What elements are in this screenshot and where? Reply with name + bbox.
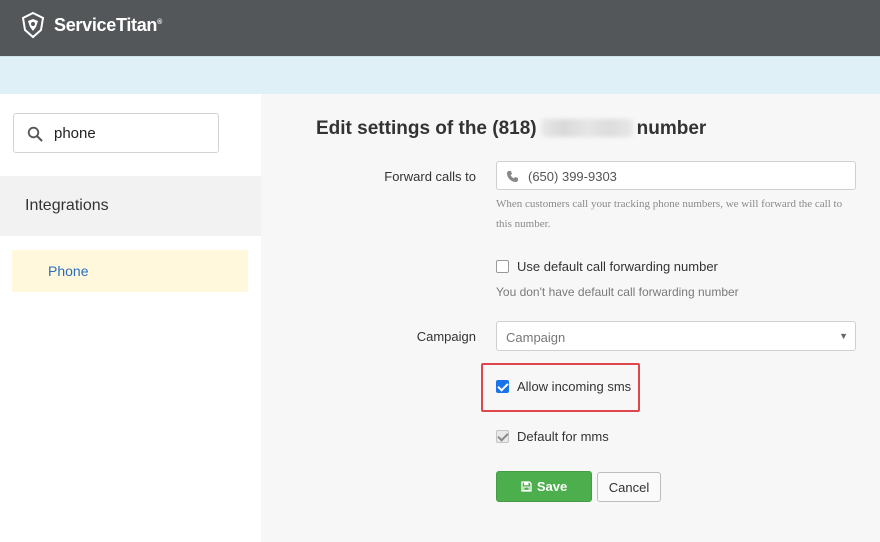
use-default-checkbox-row[interactable]: Use default call forwarding number <box>496 259 718 274</box>
phone-icon <box>507 171 518 182</box>
forward-number-field[interactable]: (650) 399-9303 <box>496 161 856 190</box>
top-bar: ServiceTitan® <box>0 0 880 56</box>
campaign-select[interactable]: Campaign ▼ <box>496 321 856 351</box>
campaign-placeholder: Campaign <box>506 330 566 345</box>
sidebar-item-label: Phone <box>48 263 89 279</box>
sidebar-item-phone[interactable]: Phone <box>12 250 248 292</box>
page-title: Edit settings of the (818) number <box>316 118 707 139</box>
settings-panel: Edit settings of the (818) number Forward… <box>261 94 880 542</box>
default-forwarding-note: You don't have default call forwarding n… <box>496 285 739 299</box>
forward-calls-label: Forward calls to <box>384 169 476 184</box>
allow-sms-checkbox[interactable] <box>496 380 509 393</box>
save-icon <box>521 481 532 492</box>
allow-sms-checkbox-row[interactable]: Allow incoming sms <box>496 379 631 394</box>
campaign-label: Campaign <box>416 329 476 344</box>
save-button[interactable]: Save <box>496 471 592 502</box>
forward-number-value: (650) 399-9303 <box>528 169 617 184</box>
default-mms-label: Default for mms <box>517 429 609 444</box>
allow-sms-label: Allow incoming sms <box>517 379 632 394</box>
brand-name: ServiceTitan® <box>54 14 162 35</box>
search-input[interactable]: phone <box>13 113 219 153</box>
sidebar-section-label: Integrations <box>25 197 109 214</box>
search-icon <box>27 126 43 142</box>
sidebar: phone Integrations Phone <box>0 94 261 542</box>
caret-down-icon: ▼ <box>839 331 848 341</box>
cancel-button[interactable]: Cancel <box>597 472 661 502</box>
notification-banner <box>0 56 880 94</box>
use-default-checkbox[interactable] <box>496 260 509 273</box>
save-button-label: Save <box>536 479 568 494</box>
default-mms-checkbox-row: Default for mms <box>496 429 609 444</box>
sidebar-section-integrations[interactable]: Integrations <box>0 176 261 236</box>
forward-help-text: When customers call your tracking phone … <box>496 198 843 230</box>
brand-logo[interactable]: ServiceTitan® <box>18 10 162 40</box>
use-default-label: Use default call forwarding number <box>517 259 718 274</box>
default-mms-checkbox <box>496 430 509 443</box>
search-value: phone <box>54 125 96 142</box>
cancel-button-label: Cancel <box>608 479 650 495</box>
redacted-number <box>540 119 633 137</box>
servicetitan-logo-icon <box>21 11 45 39</box>
